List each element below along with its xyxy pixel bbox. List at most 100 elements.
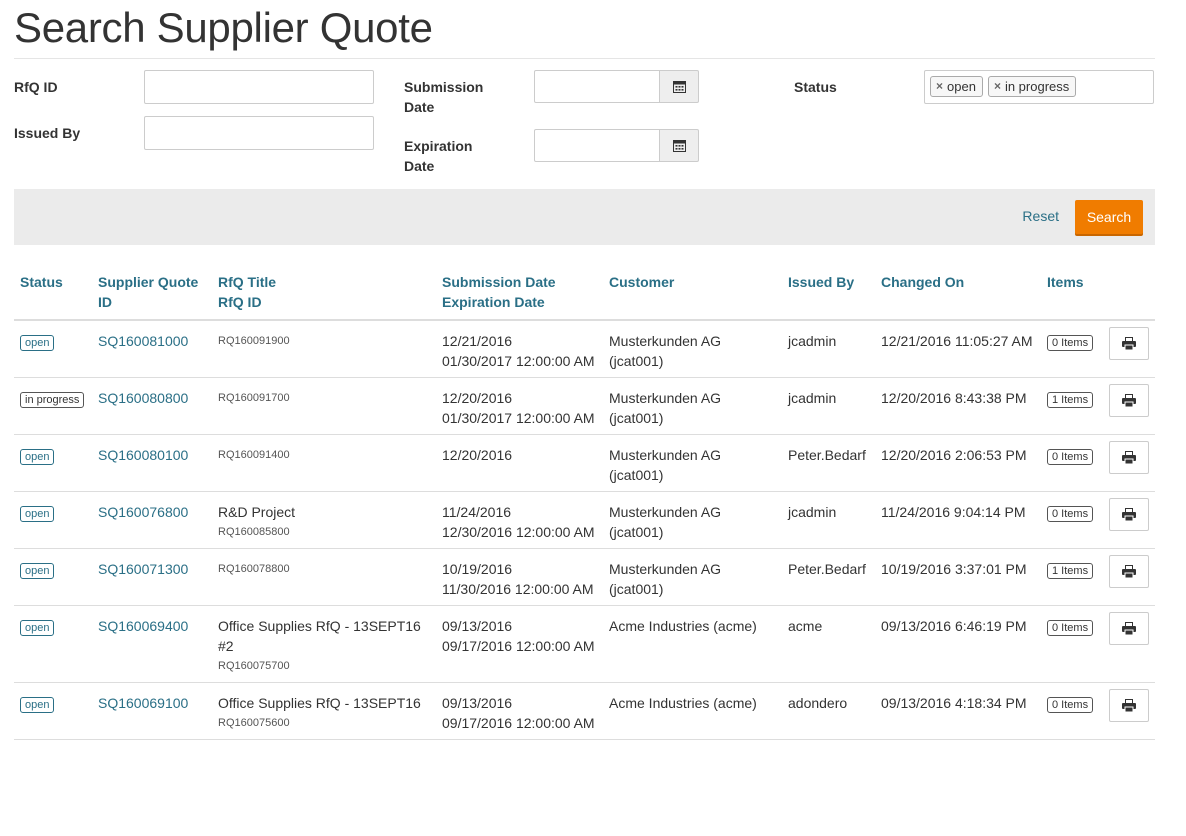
status-badge: open <box>20 697 55 713</box>
supplier-quote-id-cell: SQ160069400 <box>92 605 212 683</box>
issued-by-cell: acme <box>782 605 875 683</box>
issued-by-cell: Peter.Bedarf <box>782 548 875 606</box>
submission-date: 09/13/2016 <box>442 695 513 711</box>
status-label: Status <box>794 79 837 95</box>
customer-cell: Musterkunden AG (jcat001) <box>603 434 782 492</box>
column-header-status[interactable]: Status <box>14 262 92 321</box>
rfq-id: RQ160075600 <box>218 717 290 729</box>
calendar-icon <box>672 81 686 93</box>
expiration-date: 01/30/2017 12:00:00 AM <box>442 410 595 426</box>
items-badge: 1 Items <box>1047 392 1094 408</box>
title-divider <box>14 58 1155 59</box>
print-button[interactable] <box>1109 555 1149 588</box>
table-row[interactable]: open SQ160069100 Office Supplies RfQ - 13S… <box>14 682 1155 740</box>
supplier-quote-link[interactable]: SQ160069100 <box>98 695 188 711</box>
status-cell: open <box>14 682 92 740</box>
items-badge: 0 Items <box>1047 620 1094 636</box>
supplier-quote-id-cell: SQ160071300 <box>92 548 212 606</box>
column-header-rfq[interactable]: RfQ Title RfQ ID <box>212 262 436 321</box>
supplier-quote-link[interactable]: SQ160069400 <box>98 618 188 634</box>
submission-date: 12/20/2016 <box>442 447 513 463</box>
dates-cell: 09/13/2016 09/17/2016 12:00:00 AM <box>436 682 603 740</box>
print-button[interactable] <box>1109 498 1149 531</box>
expiration-date: 01/30/2017 12:00:00 AM <box>442 353 595 369</box>
column-header-items[interactable]: Items <box>1041 262 1103 321</box>
status-cell: open <box>14 491 92 549</box>
expiration-date-label: Expiration Date <box>404 136 472 176</box>
expiration-calendar-button[interactable] <box>660 129 699 162</box>
column-header-changed-on[interactable]: Changed On <box>875 262 1041 321</box>
supplier-quote-link[interactable]: SQ160076800 <box>98 504 188 520</box>
print-button[interactable] <box>1109 327 1149 360</box>
issued-by-cell: jcadmin <box>782 377 875 435</box>
rfq-id-input[interactable] <box>144 70 374 104</box>
dates-cell: 12/21/2016 01/30/2017 12:00:00 AM <box>436 320 603 378</box>
submission-calendar-button[interactable] <box>660 70 699 103</box>
changed-on-cell: 10/19/2016 3:37:01 PM <box>875 548 1041 606</box>
rfq-title: R&D Project <box>218 504 296 520</box>
status-chip-open[interactable]: × open <box>930 76 983 97</box>
column-header-supplier-quote-id[interactable]: Supplier Quote ID <box>92 262 212 321</box>
status-cell: open <box>14 320 92 378</box>
supplier-quote-link[interactable]: SQ160081000 <box>98 333 188 349</box>
supplier-quote-link[interactable]: SQ160080800 <box>98 390 188 406</box>
supplier-quote-link[interactable]: SQ160080100 <box>98 447 188 463</box>
items-cell: 0 Items <box>1041 682 1103 740</box>
dates-cell: 12/20/2016 <box>436 434 603 492</box>
search-button[interactable]: Search <box>1075 200 1143 234</box>
submission-date-picker <box>534 70 699 103</box>
items-cell: 1 Items <box>1041 548 1103 606</box>
supplier-quote-id-cell: SQ160069100 <box>92 682 212 740</box>
table-row[interactable]: in progress SQ160080800 RQ160091700 12/20/2… <box>14 377 1155 435</box>
status-cell: open <box>14 548 92 606</box>
submission-date-input[interactable] <box>534 70 660 103</box>
changed-on-cell: 12/20/2016 2:06:53 PM <box>875 434 1041 492</box>
results-table: Status Supplier Quote ID RfQ Title RfQ ID … <box>14 262 1155 740</box>
expiration-date-picker <box>534 129 699 162</box>
status-chip-label: open <box>947 79 976 94</box>
dates-cell: 09/13/2016 09/17/2016 12:00:00 AM <box>436 605 603 683</box>
customer-cell: Musterkunden AG (jcat001) <box>603 491 782 549</box>
customer-cell: Musterkunden AG (jcat001) <box>603 548 782 606</box>
issued-by-input[interactable] <box>144 116 374 150</box>
expiration-date-label-line1: Expiration <box>404 138 473 154</box>
status-chip-label: in progress <box>1004 79 1070 94</box>
items-cell: 0 Items <box>1041 320 1103 378</box>
changed-on-cell: 12/21/2016 11:05:27 AM <box>875 320 1041 378</box>
supplier-quote-link[interactable]: SQ160071300 <box>98 561 188 577</box>
print-icon <box>1122 394 1136 407</box>
print-button[interactable] <box>1109 612 1149 645</box>
print-button[interactable] <box>1109 384 1149 417</box>
rfq-id: RQ160091900 <box>218 335 290 347</box>
submission-date: 09/13/2016 <box>442 618 513 634</box>
actions-cell <box>1103 548 1155 606</box>
table-row[interactable]: open SQ160071300 RQ160078800 10/19/2016 11/3… <box>14 548 1155 606</box>
print-button[interactable] <box>1109 441 1149 474</box>
column-header-dates[interactable]: Submission Date Expiration Date <box>436 262 603 321</box>
table-row[interactable]: open SQ160069400 Office Supplies RfQ - 13S… <box>14 605 1155 683</box>
customer-cell: Acme Industries (acme) <box>603 605 782 683</box>
table-row[interactable]: open SQ160076800 R&D Project RQ160085800 11/… <box>14 491 1155 549</box>
remove-icon[interactable]: × <box>936 77 943 96</box>
table-header-row: Status Supplier Quote ID RfQ Title RfQ ID … <box>14 262 1155 321</box>
status-chip-in-progress[interactable]: × in progress <box>987 76 1077 97</box>
table-row[interactable]: open SQ160081000 RQ160091900 12/21/2016 01/3… <box>14 320 1155 378</box>
remove-icon[interactable]: × <box>994 77 1001 96</box>
rfq-cell: Office Supplies RfQ - 13SEPT16 #2 RQ16007… <box>212 605 436 683</box>
table-row[interactable]: open SQ160080100 RQ160091400 12/20/2016 Must… <box>14 434 1155 492</box>
expiration-date-label-line2: Date <box>404 158 435 174</box>
column-header-issued-by[interactable]: Issued By <box>782 262 875 321</box>
status-cell: open <box>14 605 92 683</box>
rfq-cell: Office Supplies RfQ - 13SEPT16 RQ16007560… <box>212 682 436 740</box>
status-cell: in progress <box>14 377 92 435</box>
actions-cell <box>1103 320 1155 378</box>
print-button[interactable] <box>1109 689 1149 722</box>
reset-link[interactable]: Reset <box>1022 208 1059 224</box>
customer-cell: Musterkunden AG (jcat001) <box>603 320 782 378</box>
rfq-id: RQ160075700 <box>218 660 290 672</box>
changed-on-cell: 09/13/2016 4:18:34 PM <box>875 682 1041 740</box>
expiration-date-input[interactable] <box>534 129 660 162</box>
page-title: Search Supplier Quote <box>14 4 433 51</box>
status-multiselect[interactable]: × open × in progress <box>924 70 1154 104</box>
column-header-customer[interactable]: Customer <box>603 262 782 321</box>
